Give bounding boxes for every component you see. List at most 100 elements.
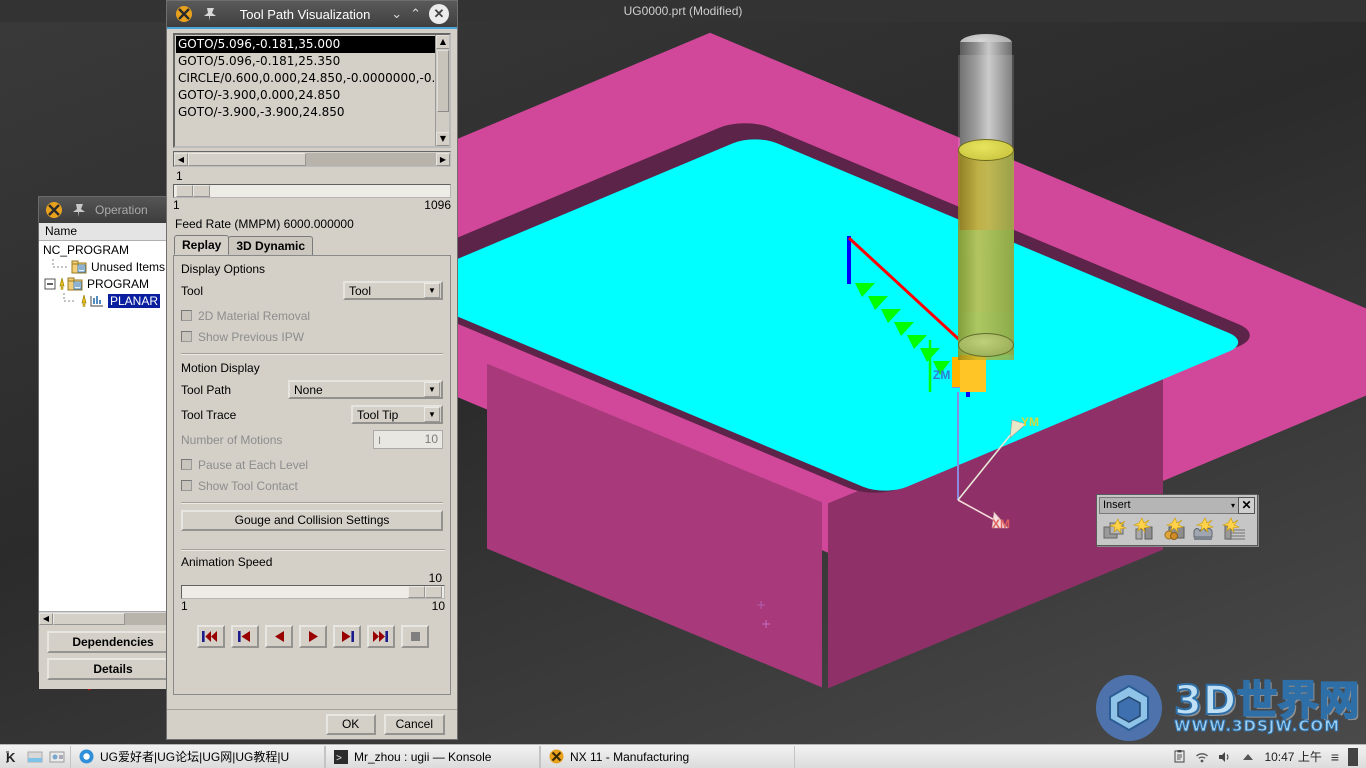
create-geometry-icon[interactable] — [1101, 517, 1128, 543]
scroll-thumb[interactable] — [188, 152, 306, 166]
chevron-down-icon[interactable]: ⌄ — [391, 6, 402, 22]
chevron-down-icon[interactable]: ▾ — [1231, 498, 1235, 513]
kde-menu-icon[interactable]: K — [4, 748, 22, 766]
volume-icon[interactable] — [1218, 750, 1232, 764]
tab-3d-dynamic[interactable]: 3D Dynamic — [228, 236, 314, 255]
motion-slider-thumb-a[interactable] — [176, 185, 193, 197]
scroll-left-icon[interactable]: ◀ — [39, 612, 53, 625]
pin-icon[interactable] — [201, 5, 219, 23]
checkbox-icon[interactable] — [181, 310, 192, 321]
tree-item-label-selected: PLANAR — [108, 293, 161, 308]
show-desktop-icon[interactable] — [26, 748, 44, 766]
svg-text:>: > — [336, 754, 342, 764]
scroll-right-icon[interactable]: ▶ — [436, 152, 450, 166]
checkbox-show-previous-ipw[interactable]: Show Previous IPW — [181, 326, 443, 347]
display-settings-icon[interactable] — [48, 748, 66, 766]
watermark-main-text: 3D世界网 — [1173, 678, 1361, 724]
checkbox-label: Show Previous IPW — [198, 329, 305, 344]
close-icon[interactable]: ✕ — [1238, 497, 1255, 514]
tree-item-label: Unused Items — [91, 259, 166, 274]
tool-trace-combo[interactable]: Tool Tip ▼ — [351, 405, 443, 424]
hamburger-menu-icon[interactable]: ≡ — [1331, 749, 1339, 765]
play-backward-button[interactable] — [265, 625, 293, 648]
insert-toolbar-title-bar[interactable]: Insert ▾ — [1099, 497, 1238, 514]
dialog-tabs[interactable]: Replay 3D Dynamic — [174, 235, 451, 255]
chevron-down-icon[interactable]: ▼ — [424, 407, 440, 422]
checkbox-icon[interactable] — [181, 480, 192, 491]
step-back-button[interactable] — [231, 625, 259, 648]
step-forward-button[interactable] — [333, 625, 361, 648]
create-tool-icon[interactable] — [1131, 517, 1158, 543]
animation-speed-thumb-a[interactable] — [408, 586, 425, 598]
chevron-down-icon[interactable]: ▼ — [424, 382, 440, 397]
network-icon[interactable] — [1195, 750, 1209, 764]
chevron-down-icon[interactable]: ▼ — [424, 283, 440, 298]
animation-speed-slider[interactable] — [181, 585, 445, 599]
checkbox-2d-material-removal[interactable]: 2D Material Removal — [181, 305, 443, 326]
text-caret-icon: I — [378, 435, 382, 447]
animation-speed-thumb-b[interactable] — [425, 586, 442, 598]
goto-command-list[interactable]: GOTO/5.096,-0.181,35.000 GOTO/5.096,-0.1… — [173, 33, 451, 148]
number-of-motions-label: Number of Motions — [181, 432, 283, 447]
hscroll-track[interactable] — [188, 152, 436, 166]
gouge-and-collision-settings-button[interactable]: Gouge and Collision Settings — [181, 510, 443, 531]
pin-icon[interactable] — [70, 201, 88, 219]
goto-list-hscrollbar[interactable]: ◀ ▶ — [173, 151, 451, 167]
rewind-to-start-button[interactable] — [197, 625, 225, 648]
taskbar-item-konsole[interactable]: > Mr_zhou : ugii — Konsole — [325, 745, 540, 768]
motion-slider-track[interactable] — [173, 184, 451, 198]
list-item[interactable]: CIRCLE/0.600,0.000,24.850,-0.0000000,-0. — [176, 70, 448, 87]
scroll-left-icon[interactable]: ◀ — [174, 152, 188, 166]
scroll-thumb[interactable] — [437, 50, 449, 112]
number-of-motions-input[interactable]: I 10 — [373, 430, 443, 449]
tool-display-combo[interactable]: Tool ▼ — [343, 281, 443, 300]
tool-path-visualization-dialog[interactable]: Tool Path Visualization ⌄ ⌃ ✕ GOTO/5.096… — [166, 0, 458, 740]
taskbar-item-browser[interactable]: UG爱好者|UG论坛|UG网|UG教程|U — [70, 745, 325, 768]
motion-slider[interactable]: 1 1096 — [173, 184, 451, 212]
close-icon[interactable]: ✕ — [429, 4, 449, 24]
list-item[interactable]: GOTO/5.096,-0.181,25.350 — [176, 53, 448, 70]
list-item[interactable]: GOTO/5.096,-0.181,35.000 — [176, 36, 448, 53]
create-operation-icon[interactable] — [1191, 517, 1218, 543]
taskbar[interactable]: K UG爱好者|UG论坛|UG网|UG教程|U > Mr_zhou: ugii… — [0, 744, 1366, 768]
checkbox-pause-at-each-level[interactable]: Pause at Each Level — [181, 454, 443, 475]
chevron-up-icon[interactable]: ⌃ — [410, 6, 421, 22]
collapse-node-icon[interactable] — [43, 277, 57, 291]
insert-toolbar[interactable]: Insert ▾ ✕ — [1096, 494, 1258, 546]
list-item[interactable]: GOTO/-3.900,-3.900,24.850 — [176, 104, 448, 121]
show-hidden-icon[interactable] — [1241, 750, 1255, 764]
scroll-down-icon[interactable]: ▼ — [436, 132, 449, 146]
clipboard-icon[interactable] — [1172, 750, 1186, 764]
operation-icon — [90, 295, 103, 307]
create-method-icon[interactable] — [1161, 517, 1188, 543]
stop-button[interactable] — [401, 625, 429, 648]
forward-to-end-button[interactable] — [367, 625, 395, 648]
create-program-icon[interactable] — [1221, 517, 1248, 543]
cancel-button[interactable]: Cancel — [383, 714, 445, 735]
scroll-thumb[interactable] — [53, 612, 125, 625]
goto-list-vscrollbar[interactable]: ▲ ▼ — [435, 35, 449, 146]
scroll-up-icon[interactable]: ▲ — [436, 35, 449, 49]
motion-slider-range: 1 1096 — [173, 198, 451, 212]
motion-position-value: 1 — [176, 169, 183, 183]
operation-navigator-title: Operation — [95, 203, 148, 217]
dependencies-button[interactable]: Dependencies — [47, 631, 179, 653]
ok-button[interactable]: OK — [325, 714, 376, 735]
tab-replay[interactable]: Replay — [174, 235, 230, 255]
replay-tab-panel: Display Options Tool Tool ▼ 2D Material … — [173, 255, 451, 695]
checkbox-icon[interactable] — [181, 331, 192, 342]
dialog-titlebar[interactable]: Tool Path Visualization ⌄ ⌃ ✕ — [167, 1, 457, 29]
taskbar-clock[interactable]: 10:47 上午 — [1264, 748, 1321, 765]
animation-speed-max: 10 — [431, 599, 445, 613]
checkbox-show-tool-contact[interactable]: Show Tool Contact — [181, 475, 443, 496]
taskbar-corner-grip[interactable] — [1348, 747, 1358, 766]
motion-slider-thumb-b[interactable] — [193, 185, 210, 197]
checkbox-icon[interactable] — [181, 459, 192, 470]
tool-path-combo[interactable]: None ▼ — [288, 380, 443, 399]
play-forward-button[interactable] — [299, 625, 327, 648]
details-button[interactable]: Details — [47, 658, 179, 680]
list-item[interactable]: GOTO/-3.900,0.000,24.850 — [176, 87, 448, 104]
animation-speed-label: Animation Speed — [181, 555, 273, 569]
taskbar-item-nx[interactable]: NX 11 - Manufacturing — [540, 745, 795, 768]
nx-part-title: UG0000.prt (Modified) — [623, 4, 743, 18]
